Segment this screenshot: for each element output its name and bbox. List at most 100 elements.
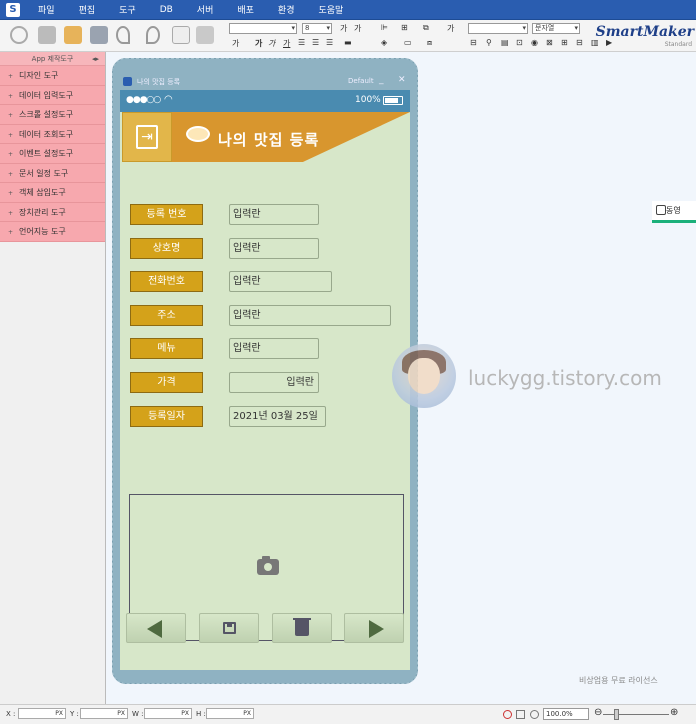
target-icon[interactable] xyxy=(530,710,539,719)
component-icon-7[interactable]: ⊟ xyxy=(576,38,583,47)
undo-icon[interactable] xyxy=(116,26,130,44)
tool-scroll[interactable]: + 스크롤 설정도구 xyxy=(0,105,105,125)
font-shrink-icon[interactable]: 가 xyxy=(354,23,361,34)
run-icon[interactable] xyxy=(10,26,28,44)
input-store-name[interactable]: 입력란 xyxy=(229,238,319,259)
component-icon-5[interactable]: ⊠ xyxy=(546,38,553,47)
tool-event[interactable]: + 이벤트 설정도구 xyxy=(0,144,105,164)
text-icon[interactable]: 가 xyxy=(447,23,454,34)
italic-icon[interactable]: 가 xyxy=(268,38,275,49)
object-select[interactable] xyxy=(468,23,528,34)
menu-server[interactable]: 서버 xyxy=(197,3,214,16)
component-icon-1[interactable]: ⊟ xyxy=(470,38,477,47)
tool-device[interactable]: + 장치관리 도구 xyxy=(0,202,105,222)
menu-help[interactable]: 도움말 xyxy=(318,3,343,16)
w-field[interactable]: PX xyxy=(144,708,192,719)
menu-environment[interactable]: 환경 xyxy=(278,3,295,16)
component-icon-3[interactable]: ▤ xyxy=(501,38,509,47)
zoom-slider-thumb[interactable] xyxy=(614,709,619,720)
watermark-avatar xyxy=(392,344,456,408)
zoom-select[interactable]: 100.0% xyxy=(543,708,589,720)
input-reg-number[interactable]: 입력란 xyxy=(229,204,319,225)
zoom-in-icon[interactable]: ⊕ xyxy=(670,707,678,718)
copy-icon[interactable] xyxy=(172,26,190,44)
bold-icon[interactable]: 가 xyxy=(255,38,262,49)
menu-edit[interactable]: 편집 xyxy=(79,3,96,16)
record-icon[interactable] xyxy=(503,710,512,719)
component-icon-6[interactable]: ⊞ xyxy=(561,38,568,47)
input-price[interactable]: 입력란 xyxy=(229,372,319,393)
layout-icon[interactable] xyxy=(516,710,525,719)
minimize-icon[interactable]: _ xyxy=(379,75,384,85)
prev-button[interactable] xyxy=(126,613,186,643)
tool-label: 언어지능 도구 xyxy=(19,227,66,236)
panel-collapse-icon[interactable]: ◂▸ xyxy=(92,52,99,66)
font-size-select[interactable]: 8 xyxy=(302,23,332,34)
brand-logo: SmartMaker xyxy=(595,24,694,40)
food-icon xyxy=(186,126,210,142)
align-objects-icon[interactable]: ⊫ xyxy=(381,23,388,32)
side-tab-video[interactable]: 동영 xyxy=(652,201,696,223)
tool-label: 스크롤 설정도구 xyxy=(19,110,74,119)
delete-button[interactable] xyxy=(272,613,332,643)
header-exit-tile[interactable]: ⇥ xyxy=(122,112,172,162)
next-button[interactable] xyxy=(344,613,404,643)
eye-icon[interactable]: ◉ xyxy=(531,38,538,47)
left-panel: App 제작도구 ◂▸ + 디자인 도구 + 데이터 입력도구 + 스크롤 설정도구 … xyxy=(0,52,106,704)
tool-document-schedule[interactable]: + 문서 일정 도구 xyxy=(0,163,105,183)
style-select[interactable]: 문자열 xyxy=(532,23,580,34)
font-family-select[interactable] xyxy=(229,23,297,34)
redo-icon[interactable] xyxy=(146,26,160,44)
tool-design[interactable]: + 디자인 도구 xyxy=(0,66,105,86)
arrange-icon[interactable]: ⧉ xyxy=(423,23,429,33)
input-menu[interactable]: 입력란 xyxy=(229,338,319,359)
tool-object-insert[interactable]: + 객체 삽입도구 xyxy=(0,183,105,203)
input-address[interactable]: 입력란 xyxy=(229,305,391,326)
font-color-icon[interactable]: 가 xyxy=(232,38,239,49)
theme-label: Default xyxy=(348,77,374,85)
save-icon[interactable] xyxy=(90,26,108,44)
tool-label: 데이터 입력도구 xyxy=(19,90,74,100)
menu-file[interactable]: 파일 xyxy=(38,3,55,16)
app-logo-icon[interactable]: S xyxy=(6,2,20,17)
tool-data-query[interactable]: + 데이터 조회도구 xyxy=(0,124,105,144)
header-banner: ⇥ 나의 맛집 등록 xyxy=(122,112,410,162)
align-right-icon[interactable]: ☰ xyxy=(326,38,333,47)
border-color-icon[interactable]: ▭ xyxy=(404,38,412,47)
watermark-text: luckygg.tistory.com xyxy=(468,366,662,390)
zoom-out-icon[interactable]: ⊖ xyxy=(594,707,602,718)
fill-color-icon[interactable]: ◈ xyxy=(381,38,387,47)
menu-tools[interactable]: 도구 xyxy=(119,3,136,16)
grid-icon[interactable]: ⊞ xyxy=(401,23,408,32)
component-icon-4[interactable]: ⊡ xyxy=(516,38,523,47)
lock-icon[interactable] xyxy=(38,26,56,44)
zoom-slider-track[interactable] xyxy=(603,714,669,715)
menu-db[interactable]: DB xyxy=(160,5,173,15)
align-center-icon[interactable]: ☰ xyxy=(312,38,319,47)
underline-icon[interactable]: 가 xyxy=(283,38,290,49)
align-left-icon[interactable]: ☰ xyxy=(298,38,305,47)
wifi-icon: ◠ xyxy=(164,94,173,105)
phone-status-bar: ●●●○○ ◠ 100% xyxy=(120,90,410,112)
font-grow-icon[interactable]: 가 xyxy=(340,23,347,34)
save-button[interactable] xyxy=(199,613,259,643)
close-icon[interactable]: ✕ xyxy=(398,75,406,85)
menu-bar: S 파일 편집 도구 DB 서버 배포 환경 도움말 xyxy=(0,0,696,20)
input-reg-date[interactable]: 2021년 03월 25일 xyxy=(229,406,326,427)
paste-icon[interactable] xyxy=(196,26,214,44)
x-field[interactable]: PX xyxy=(18,708,66,719)
phone-window-title-bar: 나의 맛집 등록 Default _ ✕ xyxy=(121,75,411,89)
line-style-icon[interactable]: ▬ xyxy=(344,38,352,47)
group-icon[interactable]: ⧈ xyxy=(427,38,432,48)
tool-label: 데이터 조회도구 xyxy=(19,129,74,139)
component-icon-2[interactable]: ⚲ xyxy=(486,38,492,47)
h-label: H : xyxy=(196,710,206,718)
tool-data-input[interactable]: + 데이터 입력도구 xyxy=(0,85,105,105)
input-phone[interactable]: 입력란 xyxy=(229,271,332,292)
h-field[interactable]: PX xyxy=(206,708,254,719)
folder-icon[interactable] xyxy=(64,26,82,44)
y-field[interactable]: PX xyxy=(80,708,128,719)
menu-deploy[interactable]: 배포 xyxy=(237,3,254,16)
tool-language-ai[interactable]: + 언어지능 도구 xyxy=(0,222,105,242)
expand-icon: + xyxy=(8,131,14,139)
